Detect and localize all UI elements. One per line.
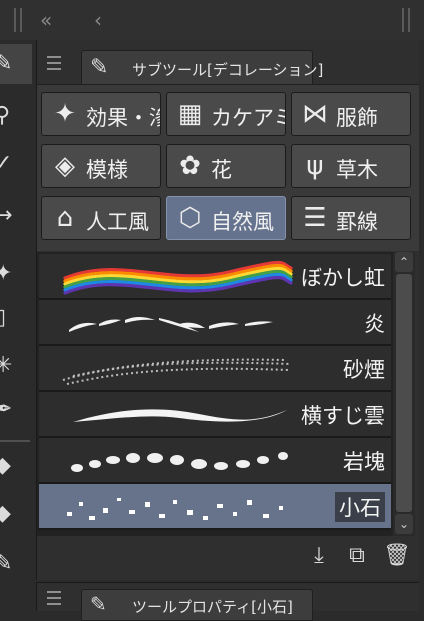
subtool-panel: ✎ サブツール[デコレーション] ✦ 効果・滲 ▦ カケアミ ⋈ 服飾 ◈ 模様…	[36, 40, 419, 580]
duplicate-icon[interactable]: ⧉	[343, 542, 371, 570]
grass-icon: ψ	[306, 151, 324, 181]
house-icon: ⌂	[56, 203, 74, 233]
panel-menu-icon[interactable]	[47, 591, 61, 609]
tool-property-panel: ✎ ツールプロパティ[小石]	[36, 582, 419, 621]
subtool-actions-bar: ⤓ ⧉ 🗑	[37, 536, 419, 580]
rock-icon: ⬡	[178, 203, 202, 233]
brush-item-streak-cloud[interactable]: 横すじ雲	[39, 392, 391, 438]
fill-tool-icon[interactable]: ◆	[0, 494, 32, 534]
move-tool-icon[interactable]: →	[0, 196, 32, 236]
brush-name: 小石	[335, 492, 385, 522]
pen-tool-icon[interactable]: ✎	[0, 44, 32, 84]
sand-smoke-stroke-preview	[62, 358, 292, 385]
category-plants[interactable]: ψ 草木	[291, 144, 411, 188]
pattern-icon: ◈	[55, 151, 75, 181]
category-clothing[interactable]: ⋈ 服飾	[291, 92, 411, 136]
zoom-tool-icon[interactable]: ⚲	[0, 96, 32, 136]
category-label: 花	[211, 158, 232, 182]
brush-name: ぼかし虹	[301, 266, 385, 290]
lines-icon: ☰	[303, 203, 327, 233]
pen-icon: ✎	[90, 55, 109, 80]
subtool-tab-title: サブツール[デコレーション]	[132, 61, 324, 79]
frame-tool-icon[interactable]: ▯	[0, 298, 32, 338]
category-label: 自然風	[211, 210, 274, 234]
flower-icon: ✿	[179, 151, 201, 181]
subtool-tab[interactable]: ✎ サブツール[デコレーション]	[81, 50, 323, 85]
category-grid: ✦ 効果・滲 ▦ カケアミ ⋈ 服飾 ◈ 模様 ✿ 花 ψ 草木 ⌂ 人工風 ⬡	[37, 84, 419, 251]
tool-separator	[0, 440, 30, 442]
brush-item-sand-smoke[interactable]: 砂煙	[39, 346, 391, 392]
sparkle-icon: ✦	[54, 99, 76, 129]
eraser-tool-icon[interactable]: ◆	[0, 446, 32, 486]
brush-list-scrollbar[interactable]: ⌃ ⌄	[393, 252, 415, 536]
ribbon-icon: ⋈	[302, 99, 328, 129]
category-artificial[interactable]: ⌂ 人工風	[41, 196, 161, 240]
import-icon[interactable]: ⤓	[305, 542, 333, 570]
category-label: 効果・滲	[86, 106, 160, 130]
brush-item-pebbles[interactable]: 小石	[39, 484, 391, 530]
panel-grip-left[interactable]	[14, 8, 22, 32]
brush-item-rock-mass[interactable]: 岩塊	[39, 438, 391, 484]
category-pattern[interactable]: ◈ 模様	[41, 144, 161, 188]
scroll-thumb[interactable]	[396, 274, 412, 512]
brush-name: 岩塊	[343, 450, 385, 474]
panel-grip-right[interactable]	[402, 8, 410, 32]
brush-name: 炎	[364, 312, 385, 336]
trash-icon[interactable]: 🗑	[383, 542, 411, 570]
top-bar: « ‹	[0, 0, 424, 40]
brush-name: 横すじ雲	[301, 404, 385, 428]
category-label: 草木	[336, 158, 378, 182]
category-effect[interactable]: ✦ 効果・滲	[41, 92, 161, 136]
category-label: 服飾	[336, 106, 378, 130]
brush-item-rainbow-blur[interactable]: ぼかし虹	[39, 254, 391, 300]
streak-cloud-stroke-preview	[73, 409, 287, 422]
back-icon[interactable]: ‹	[94, 8, 102, 32]
pen-icon: ✎	[90, 592, 107, 616]
category-nature[interactable]: ⬡ 自然風	[166, 196, 286, 240]
crosshatch-icon: ▦	[177, 99, 203, 129]
category-label: 模様	[86, 158, 128, 182]
dropper-tool-icon[interactable]: ✒	[0, 390, 32, 430]
star-tool-icon[interactable]: ✦	[0, 254, 32, 294]
sparkle-tool-icon[interactable]: ✳	[0, 346, 32, 386]
category-label: 罫線	[336, 210, 378, 234]
category-flower[interactable]: ✿ 花	[166, 144, 286, 188]
brush-tool-icon[interactable]: ✎	[0, 544, 32, 584]
panel-menu-icon[interactable]	[47, 56, 61, 74]
scroll-up-icon[interactable]: ⌃	[395, 252, 413, 272]
rainbow-stroke-preview	[63, 260, 293, 295]
flame-stroke-preview	[69, 317, 273, 332]
select-tool-icon[interactable]: ✓	[0, 144, 32, 184]
tool-property-tab-title: ツールプロパティ[小石]	[132, 598, 293, 616]
rock-mass-stroke-preview	[71, 452, 288, 472]
category-label: 人工風	[86, 210, 149, 234]
pebbles-stroke-preview	[67, 498, 283, 520]
subtool-tab-row: ✎ サブツール[デコレーション]	[37, 46, 419, 85]
category-ruled-lines[interactable]: ☰ 罫線	[291, 196, 411, 240]
brush-name: 砂煙	[343, 358, 385, 382]
category-label: カケアミ	[211, 106, 285, 130]
tool-property-tab[interactable]: ✎ ツールプロパティ[小石]	[81, 589, 313, 621]
scroll-down-icon[interactable]: ⌄	[395, 514, 413, 534]
collapse-panels-icon[interactable]: «	[40, 8, 52, 32]
tool-strip: ✎ ⚲ ✓ → ✦ ▯ ✳ ✒ ◆ ◆ ✎	[0, 40, 32, 610]
brush-list: ぼかし虹 炎 砂煙 横すじ雲 岩塊 小石	[37, 252, 393, 536]
brush-item-flame[interactable]: 炎	[39, 300, 391, 346]
category-crosshatch[interactable]: ▦ カケアミ	[166, 92, 286, 136]
